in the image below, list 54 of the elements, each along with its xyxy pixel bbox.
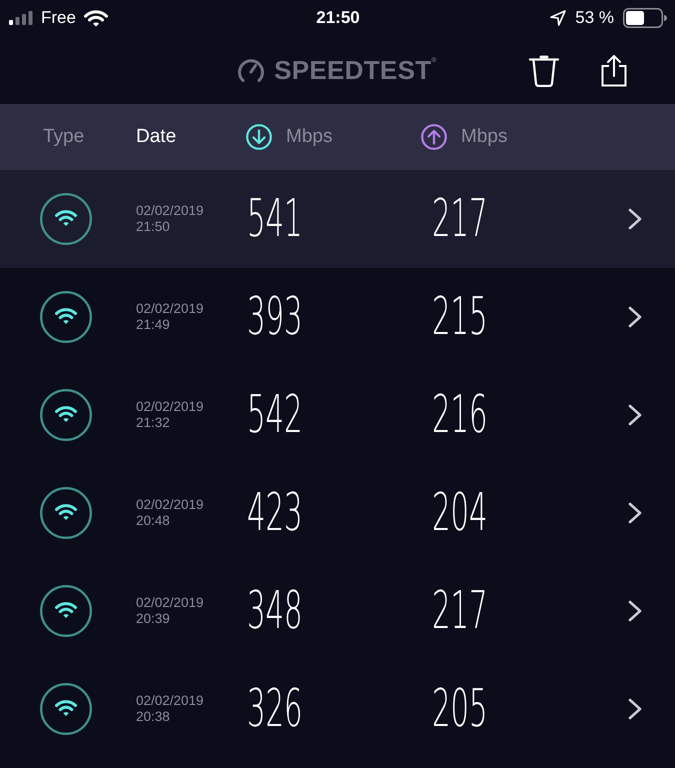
time-text: 20:38 — [136, 709, 170, 725]
result-row[interactable]: 02/02/2019 21:50 541 217 — [0, 170, 675, 268]
wifi-icon — [40, 585, 92, 637]
chevron-right-icon — [628, 698, 642, 720]
chevron-right-icon — [628, 600, 642, 622]
location-arrow-icon — [550, 10, 566, 26]
download-speed: 423 — [247, 485, 303, 541]
upload-icon — [421, 124, 447, 150]
date-text: 02/02/2019 — [136, 301, 204, 317]
chevron-right-icon — [628, 404, 642, 426]
download-speed: 326 — [247, 681, 303, 737]
download-column-header[interactable]: Mbps — [246, 124, 332, 150]
upload-speed: 205 — [432, 681, 488, 737]
signal-icon — [9, 11, 33, 25]
download-speed: 348 — [247, 583, 303, 639]
time-text: 20:39 — [136, 611, 170, 627]
download-speed: 542 — [247, 387, 303, 443]
gauge-icon — [238, 58, 264, 82]
logo-text: SPEEDTEST$^{®}$ — [274, 54, 437, 86]
download-speed: 541 — [247, 191, 303, 247]
battery-icon — [623, 8, 667, 28]
wifi-icon — [40, 193, 92, 245]
chevron-right-icon — [628, 306, 642, 328]
date-column-header[interactable]: Date — [136, 126, 176, 148]
upload-speed: 215 — [432, 289, 488, 345]
clock-time: 21:50 — [316, 8, 360, 28]
wifi-icon — [40, 389, 92, 441]
battery-percent: 53 % — [575, 8, 614, 28]
date-text: 02/02/2019 — [136, 203, 204, 219]
date-text: 02/02/2019 — [136, 595, 204, 611]
date-text: 02/02/2019 — [136, 399, 204, 415]
download-icon — [246, 124, 272, 150]
time-text: 21:50 — [136, 219, 170, 235]
wifi-icon — [84, 10, 108, 26]
upload-speed: 216 — [432, 387, 488, 443]
time-text: 21:49 — [136, 317, 170, 333]
upload-speed: 204 — [432, 485, 488, 541]
download-speed: 393 — [247, 289, 303, 345]
date-text: 02/02/2019 — [136, 497, 204, 513]
date-text: 02/02/2019 — [136, 693, 204, 709]
chevron-right-icon — [628, 208, 642, 230]
type-column-header[interactable]: Type — [43, 126, 84, 148]
chevron-right-icon — [628, 502, 642, 524]
time-text: 20:48 — [136, 513, 170, 529]
upload-column-header[interactable]: Mbps — [421, 124, 508, 150]
wifi-icon — [40, 291, 92, 343]
wifi-icon — [40, 487, 92, 539]
share-icon[interactable] — [601, 54, 627, 86]
time-text: 21:32 — [136, 415, 170, 431]
wifi-icon — [40, 683, 92, 735]
carrier-name: Free — [41, 8, 76, 28]
upload-speed: 217 — [432, 583, 488, 639]
upload-speed: 217 — [432, 191, 488, 247]
trash-icon[interactable] — [529, 53, 559, 87]
